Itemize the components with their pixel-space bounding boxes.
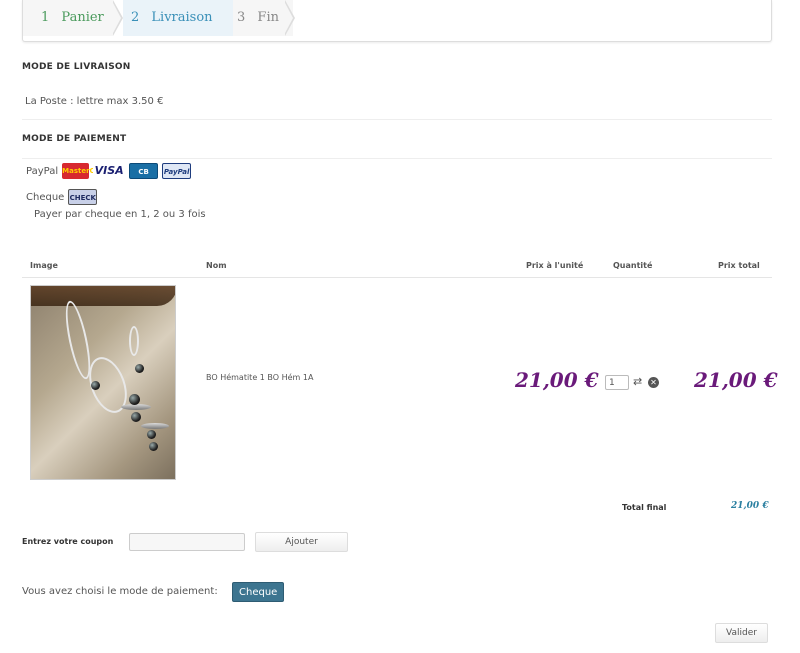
check-icon: CHECK <box>68 189 98 205</box>
checkout-steps: 1 Panier 2 Livraison 3 Fin <box>22 0 772 42</box>
cheque-description: Payer par cheque en 1, 2 ou 3 fois <box>34 209 206 220</box>
product-name[interactable]: BO Hématite 1 BO Hém 1A <box>206 373 313 382</box>
header-name: Nom <box>206 261 227 270</box>
payment-option-cheque[interactable]: Cheque CHECK <box>26 189 98 205</box>
mastercard-icon: MasterCard <box>62 163 108 179</box>
header-unit-price: Prix à l'unité <box>526 261 584 270</box>
step-panier[interactable]: 1 Panier <box>23 0 113 36</box>
step-livraison[interactable]: 2 Livraison <box>123 0 233 36</box>
payment-section-title: MODE DE PAIEMENT <box>22 134 127 144</box>
remove-icon[interactable]: ✕ <box>648 377 659 388</box>
quantity-input[interactable] <box>605 375 629 390</box>
chosen-payment-label: Vous avez choisi le mode de paiement: <box>22 586 218 597</box>
paypal-icon: PayPal <box>162 163 192 179</box>
step-number: 3 <box>237 10 246 25</box>
total-value: 21,00 € <box>731 501 769 511</box>
cart-table-header: Image Nom Prix à l'unité Quantité Prix t… <box>22 258 772 278</box>
step-label: Fin <box>257 10 279 25</box>
row-total-price: 21,00 € <box>694 368 778 392</box>
step-label: Panier <box>61 10 104 25</box>
paypal-label: PayPal <box>26 165 59 177</box>
payment-option-paypal[interactable]: PayPal MasterCard VISA CB PayPal <box>26 163 192 179</box>
shipping-section-title: MODE DE LIVRAISON <box>22 62 131 72</box>
cheque-label: Cheque <box>26 191 65 203</box>
step-separator-icon <box>284 0 295 36</box>
divider <box>22 119 772 120</box>
cb-icon: CB <box>129 163 159 179</box>
unit-price: 21,00 € <box>515 368 599 392</box>
coupon-label: Entrez votre coupon <box>22 537 114 546</box>
step-label: Livraison <box>151 10 213 25</box>
step-separator-icon <box>112 0 123 36</box>
total-label: Total final <box>622 503 667 512</box>
coupon-input[interactable] <box>129 533 245 551</box>
header-total: Prix total <box>718 261 760 270</box>
refresh-icon[interactable]: ⇄ <box>633 376 642 388</box>
chosen-payment-badge: Cheque <box>232 582 285 602</box>
visa-icon: VISA <box>93 163 126 179</box>
step-number: 1 <box>41 10 50 25</box>
header-quantity: Quantité <box>613 261 653 270</box>
add-coupon-button[interactable]: Ajouter <box>255 532 348 552</box>
step-number: 2 <box>131 10 140 25</box>
validate-button[interactable]: Valider <box>715 623 768 643</box>
header-image: Image <box>30 261 58 270</box>
product-image[interactable] <box>30 285 176 480</box>
payment-options: PayPal MasterCard VISA CB PayPal Cheque … <box>22 158 772 236</box>
shipping-option[interactable]: La Poste : lettre max 3.50 € <box>25 96 163 107</box>
